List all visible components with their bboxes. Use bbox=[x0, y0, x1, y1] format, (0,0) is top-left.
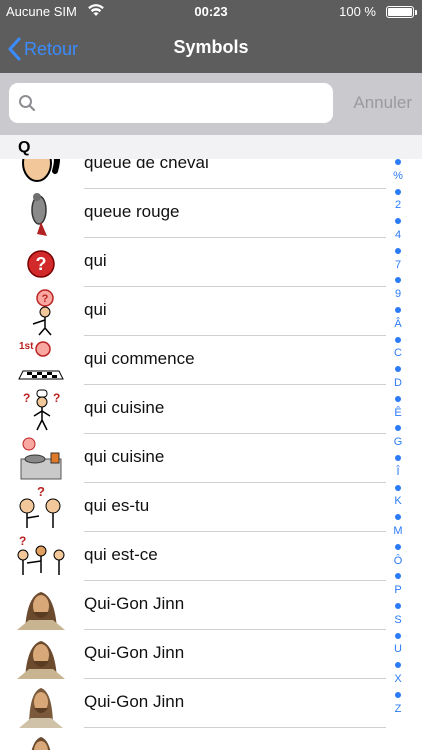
index-dot[interactable] bbox=[395, 159, 401, 165]
question-mark-red-icon: ? bbox=[27, 250, 55, 278]
svg-text:?: ? bbox=[23, 391, 30, 405]
section-letter: Q bbox=[18, 139, 31, 156]
list-item[interactable]: Qui-Gon Jinn bbox=[0, 679, 386, 728]
item-label: qui es-tu bbox=[84, 496, 150, 515]
index-dot[interactable] bbox=[395, 336, 401, 343]
index-dot[interactable] bbox=[395, 247, 401, 254]
who-cooks-stove-icon bbox=[20, 437, 62, 480]
index-dot[interactable] bbox=[395, 277, 401, 284]
index-dot[interactable] bbox=[395, 484, 401, 491]
qui-gon-jinn-portrait-icon bbox=[19, 688, 63, 728]
list-item[interactable]: ? qui es-tu bbox=[0, 483, 386, 532]
index-dot[interactable] bbox=[395, 632, 401, 639]
list-item[interactable]: ? qui bbox=[0, 287, 386, 336]
index-letter[interactable]: 9 bbox=[390, 288, 406, 300]
item-label: qui cuisine bbox=[84, 447, 165, 466]
item-label: Qui-Gon Jinn bbox=[84, 594, 185, 613]
battery-icon bbox=[386, 6, 417, 18]
svg-text:1st: 1st bbox=[19, 341, 34, 352]
svg-text:?: ? bbox=[42, 293, 49, 305]
list-item[interactable] bbox=[0, 728, 386, 750]
list-item[interactable]: ? qui est-ce bbox=[0, 532, 386, 581]
index-dot[interactable] bbox=[395, 188, 401, 195]
index-letter[interactable]: U bbox=[390, 643, 406, 655]
index-dot[interactable] bbox=[395, 366, 401, 373]
section-index-bar[interactable]: % 2 4 7 9 Â C D Ê G Î K M Ô P S U X Z bbox=[390, 155, 406, 733]
list-item[interactable]: qui cuisine bbox=[0, 434, 386, 483]
list-item[interactable]: queue rouge bbox=[0, 189, 386, 238]
list-item[interactable]: ? ? qui cuisine bbox=[0, 385, 386, 434]
list-item[interactable]: Qui-Gon Jinn bbox=[0, 581, 386, 630]
index-letter[interactable]: 7 bbox=[390, 259, 406, 271]
index-letter[interactable]: Ê bbox=[390, 407, 406, 419]
svg-text:?: ? bbox=[53, 391, 60, 405]
cancel-button[interactable]: Annuler bbox=[353, 93, 412, 113]
svg-text:?: ? bbox=[36, 254, 47, 274]
search-icon bbox=[19, 95, 36, 112]
status-bar: Aucune SIM 00:23 100 % bbox=[0, 0, 422, 24]
item-label: Qui-Gon Jinn bbox=[84, 643, 185, 662]
section-header: Q bbox=[0, 135, 422, 159]
index-letter[interactable]: 2 bbox=[390, 199, 406, 211]
index-letter[interactable]: Z bbox=[390, 703, 406, 715]
qui-gon-jinn-portrait-icon bbox=[31, 737, 51, 750]
item-label: qui commence bbox=[84, 349, 195, 368]
index-dot[interactable] bbox=[395, 543, 401, 550]
who-is-it-icon: ? bbox=[17, 534, 65, 575]
index-letter[interactable]: 4 bbox=[390, 229, 406, 241]
search-bar: Annuler bbox=[0, 73, 422, 135]
index-letter[interactable]: S bbox=[390, 614, 406, 626]
index-letter[interactable]: Ô bbox=[390, 555, 406, 567]
index-letter[interactable]: M bbox=[390, 525, 406, 537]
index-dot[interactable] bbox=[395, 307, 401, 313]
index-letter[interactable]: Î bbox=[390, 466, 406, 478]
who-cooks-person-icon: ? ? bbox=[23, 389, 60, 431]
who-are-you-icon: ? bbox=[19, 484, 61, 528]
item-label: qui est-ce bbox=[84, 545, 158, 564]
index-dot[interactable] bbox=[395, 455, 401, 461]
index-dot[interactable] bbox=[395, 514, 401, 521]
index-dot[interactable] bbox=[395, 662, 401, 669]
search-input[interactable] bbox=[43, 89, 327, 119]
index-letter[interactable]: C bbox=[390, 347, 406, 359]
svg-text:?: ? bbox=[37, 484, 45, 499]
navigation-bar: Retour Symbols bbox=[0, 24, 422, 73]
index-letter[interactable]: X bbox=[390, 673, 406, 685]
index-dot[interactable] bbox=[395, 395, 401, 402]
item-label: qui bbox=[84, 300, 107, 319]
item-label: qui bbox=[84, 251, 107, 270]
list-item[interactable]: ? qui bbox=[0, 238, 386, 287]
index-dot[interactable] bbox=[395, 603, 401, 609]
qui-gon-jinn-portrait-icon bbox=[17, 592, 65, 630]
index-letter[interactable]: Â bbox=[390, 318, 406, 330]
person-asking-who-icon: ? bbox=[32, 289, 54, 336]
index-letter[interactable]: % bbox=[390, 170, 406, 182]
redtail-bird-icon bbox=[31, 193, 47, 236]
qui-gon-jinn-portrait-icon bbox=[17, 641, 65, 679]
who-starts-board-game-icon: 1st bbox=[18, 341, 64, 380]
search-field[interactable] bbox=[9, 83, 333, 123]
index-letter[interactable]: G bbox=[390, 436, 406, 448]
index-dot[interactable] bbox=[395, 573, 401, 580]
symbol-list[interactable]: queue de cheval queue rouge ? qui ? qui … bbox=[0, 140, 422, 750]
battery-percent: 100 % bbox=[339, 4, 376, 19]
item-label: qui cuisine bbox=[84, 398, 165, 417]
item-label: Qui-Gon Jinn bbox=[84, 692, 185, 711]
index-letter[interactable]: D bbox=[390, 377, 406, 389]
page-title: Symbols bbox=[173, 37, 249, 57]
index-dot[interactable] bbox=[395, 425, 401, 432]
index-dot[interactable] bbox=[395, 691, 401, 698]
index-letter[interactable]: K bbox=[390, 495, 406, 507]
svg-text:?: ? bbox=[19, 534, 26, 548]
item-label: queue rouge bbox=[84, 202, 180, 221]
list-item[interactable]: 1st qui commence bbox=[0, 336, 386, 385]
index-dot[interactable] bbox=[395, 218, 401, 225]
list-item[interactable]: Qui-Gon Jinn bbox=[0, 630, 386, 679]
index-letter[interactable]: P bbox=[390, 584, 406, 596]
